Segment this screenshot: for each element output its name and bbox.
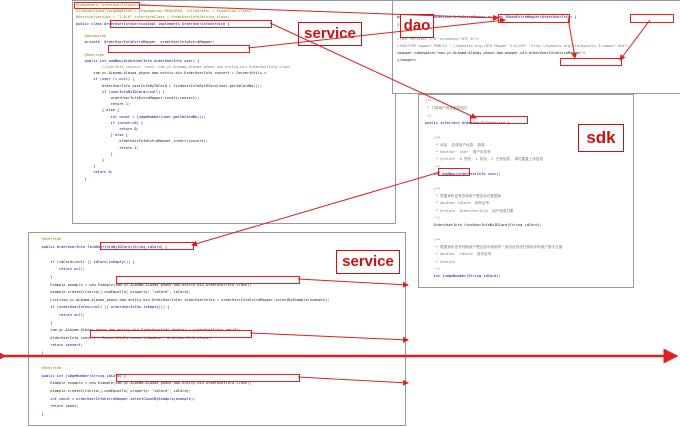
sdk-code-line: * @author idCard 身份证号 — [425, 252, 492, 257]
service-top-code-line: orderUserInfoExtraMapper.insert(convert)… — [76, 96, 200, 100]
service-bottom-code-line: example.createCriteria().andEqualTo( pro… — [33, 389, 191, 393]
service-top-code-line: int count = judgeNumber(user.getIdCardNo… — [76, 114, 206, 119]
service-top-code-line: } — [76, 176, 87, 181]
sdk-code-line: /** — [425, 99, 432, 103]
service-bottom-code-line: if (idCard==null || idCard.isEmpty()) { — [33, 259, 135, 264]
service-top-code-line: } — [76, 164, 96, 169]
sdk-code-line: */ — [425, 266, 441, 271]
sdk-code-line: * @author idCard 身份证号 — [425, 201, 490, 206]
highlight-box-mapper-field — [108, 45, 250, 53]
service-top-code-line: private OrderUserInfoExtraMapper orderUs… — [76, 40, 215, 45]
service-bottom-code-line: return null; — [33, 267, 85, 272]
service-top-code-line: com.yc.ALbumm.Albums_phone.dao.entity.bi… — [76, 71, 267, 76]
sdk-code-line: * 根据身份证号判断用户是否首次使用同一身份证号进行使用手机用户首次注册 — [425, 245, 563, 249]
highlight-box-service-interface — [110, 20, 272, 28]
highlight-box-bottom-judge-example — [116, 374, 300, 382]
service-bottom-code-line: example.createCriteria().andEqualTo( pro… — [33, 290, 191, 295]
sdk-code-line: /** — [425, 237, 441, 242]
service-bottom-code-line: List<com.yc.ALbumm.Albums_phone.dao.enti… — [33, 297, 330, 302]
service-bottom-code-line: return convert; — [33, 343, 83, 348]
service-top-code-line: return 1; — [76, 145, 139, 150]
service-top-code-line: return 0; — [76, 170, 113, 175]
sdk-code-line: * 添加 实体用户信息 新增 — [425, 142, 485, 147]
sdk-code-line: /** — [425, 135, 441, 140]
service-top-code-line: } else { — [76, 133, 128, 138]
service-top-code-line: //userInfo convert user: com.yc.ALbumm.A… — [76, 65, 291, 69]
service-top-code-line: @Transactional(propagation = Propagation… — [76, 9, 252, 14]
highlight-box-sdk-method — [438, 168, 470, 176]
dao-code-line: <!DOCTYPE mapper PUBLIC "-//mybatis.org/… — [397, 43, 629, 48]
service-bottom-code-line: } — [33, 275, 53, 279]
service-bottom-code-line: return null; — [33, 313, 85, 317]
service-top-code-line: return 1; — [76, 102, 131, 107]
service-top-code-line: orderUserInfoExtraMapper.insert(convert)… — [76, 139, 208, 144]
highlight-box-bottom-convert — [90, 330, 252, 338]
service-bottom-code-line: int count = orderUserInfoExtraMapper.sel… — [33, 396, 196, 401]
service-bottom-code-line: if (orderUserInfos==null || orderUserInf… — [33, 305, 170, 310]
highlight-box-bottom-method — [100, 242, 194, 250]
sdk-code-line: * 根据身份证号查询用户是否存在数据库 — [425, 193, 502, 198]
sdk-code-line: int judgeNumber(String idCard); — [425, 274, 501, 279]
service-bottom-code-line: @Override — [33, 366, 62, 371]
highlight-box-dao-entity — [630, 14, 674, 23]
service-bottom-code-line: } — [33, 320, 53, 325]
highlight-box-mapper-namespace — [560, 58, 622, 66]
service-top-code-line: OrderUserInfo userInfoByIDCard = findUse… — [76, 83, 263, 88]
service-top-code-line: } — [76, 151, 113, 156]
service-top-code-line: return 0; — [76, 127, 139, 131]
service-top-code-line: if (count==0) { — [76, 120, 144, 125]
sdk-code-line: /** — [425, 186, 441, 191]
dao-code-line: } — [397, 22, 400, 27]
highlight-box-sdk-interface — [470, 116, 528, 124]
service-bottom-code-line: @Override — [33, 237, 62, 241]
sdk-code-line: * @return — [425, 259, 456, 264]
service-bottom-code-line: return count; — [33, 404, 79, 409]
service-bottom-code-line: } — [33, 351, 44, 355]
highlight-box-service-annotation — [74, 2, 140, 9]
highlight-box-dao-interface — [498, 14, 570, 23]
service-top-code-line: public int addNow(OrderUserInfo orderUse… — [76, 58, 200, 63]
service-bottom-code-line: } — [33, 411, 44, 416]
sdk-code-line: OrderUserInfo findUserInfoByIDCard(Strin… — [425, 223, 542, 228]
dao-tag: dao — [400, 14, 434, 38]
dao-code-line: <mapper namespace="com.yc.ALbumm.Albums_… — [397, 51, 586, 55]
service-tag-bottom: service — [336, 250, 400, 274]
service-top-code-line: } — [76, 158, 105, 162]
service-tag-top: service — [298, 22, 362, 46]
sdk-code-line: */ — [425, 113, 432, 118]
service-top-code-line: } else { — [76, 108, 120, 113]
service-bottom-code-line: public int judgeNumber(String idCard) { — [33, 373, 127, 378]
sdk-code-line: * @return 0 失败, 1 成功, 2 已有信息, 请勿重复上传信息 — [425, 157, 544, 162]
service-top-code-line: @Override — [76, 52, 105, 57]
service-top-code-line: if (user != null) { — [76, 77, 135, 82]
sdk-code-line: * @return OrderUserInfo 用户信息对象 — [425, 208, 514, 213]
sdk-code-line: * @author user 用户手机号 — [425, 150, 491, 155]
service-top-code-line: if (userInfoByIDCard==null) { — [76, 89, 165, 94]
service-top-code-line: @Service(version = "1.0.0",interfaceClas… — [76, 15, 230, 20]
highlight-box-bottom-example — [116, 276, 300, 284]
sdk-code-line: * 订单用户信息服务接口 — [425, 106, 468, 111]
sdk-tag: sdk — [578, 124, 624, 152]
sdk-code-line: */ — [425, 215, 441, 220]
dao-code-line: </mapper> — [397, 58, 417, 63]
service-top-code-line: @Autowired — [76, 34, 107, 38]
